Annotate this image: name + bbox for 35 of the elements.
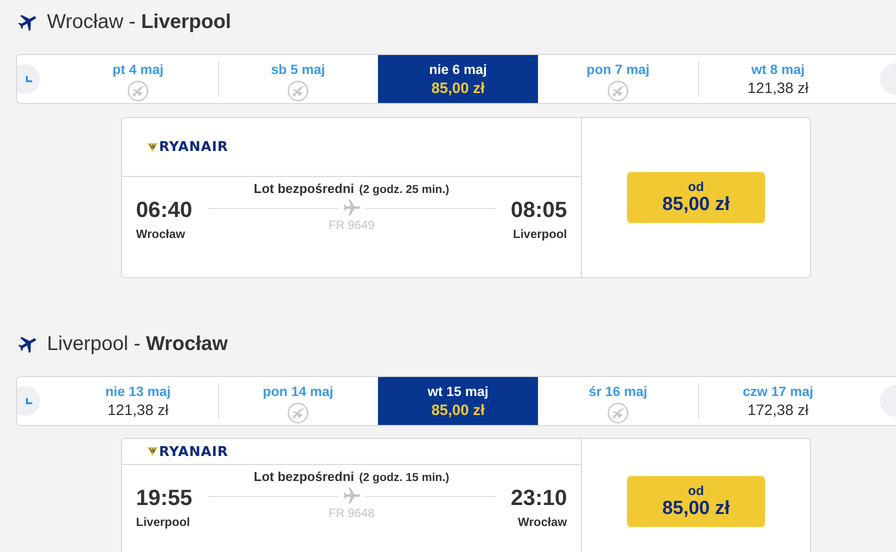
no-flight-icon [607,402,629,424]
departure-time: 06:40 [136,196,192,224]
airline-name: RYANAIR [159,139,228,155]
flight-number: FR 9649 [328,218,375,232]
airplane-icon [342,198,362,218]
flight-duration: (2 godz. 25 min.) [359,184,450,196]
flight-duration: (2 godz. 15 min.) [359,472,450,484]
no-flight-icon [287,80,309,102]
no-flight-icon [127,80,149,102]
date-tab[interactable]: nie 6 maj 85,00 zł [378,55,538,103]
harp-logo-icon [147,142,158,152]
arrival-city: Liverpool [512,227,567,241]
departure-city: Wrocław [136,227,186,241]
flight-type: Lot bezpośredni [254,469,354,484]
arrival-time: 08:05 [510,196,567,224]
chevron-left-icon [26,76,32,82]
previous-button[interactable] [17,64,40,94]
chevron-left-icon [26,398,32,404]
no-flight-icon [287,402,309,424]
date-tab[interactable]: wt 15 maj 85,00 zł [378,377,538,425]
route-title: Liverpool - Wrocław [47,332,228,356]
arrival-city: Wrocław [518,515,567,529]
price-button[interactable]: od 85,00 zł [627,172,765,223]
harp-logo-icon [147,447,158,456]
no-flight-icon [607,80,629,102]
flight-type: Lot bezpośredni [254,181,354,196]
previous-button[interactable] [17,386,40,416]
flight-number: FR 9648 [328,506,375,520]
airplane-icon [342,486,362,506]
route-title: Wrocław - Liverpool [47,10,232,34]
departure-city: Liverpool [136,515,192,529]
arrival-time: 23:10 [510,484,567,512]
airline-name: RYANAIR [159,444,228,460]
departure-time: 19:55 [136,484,192,512]
price-button[interactable]: od 85,00 zł [627,476,765,527]
